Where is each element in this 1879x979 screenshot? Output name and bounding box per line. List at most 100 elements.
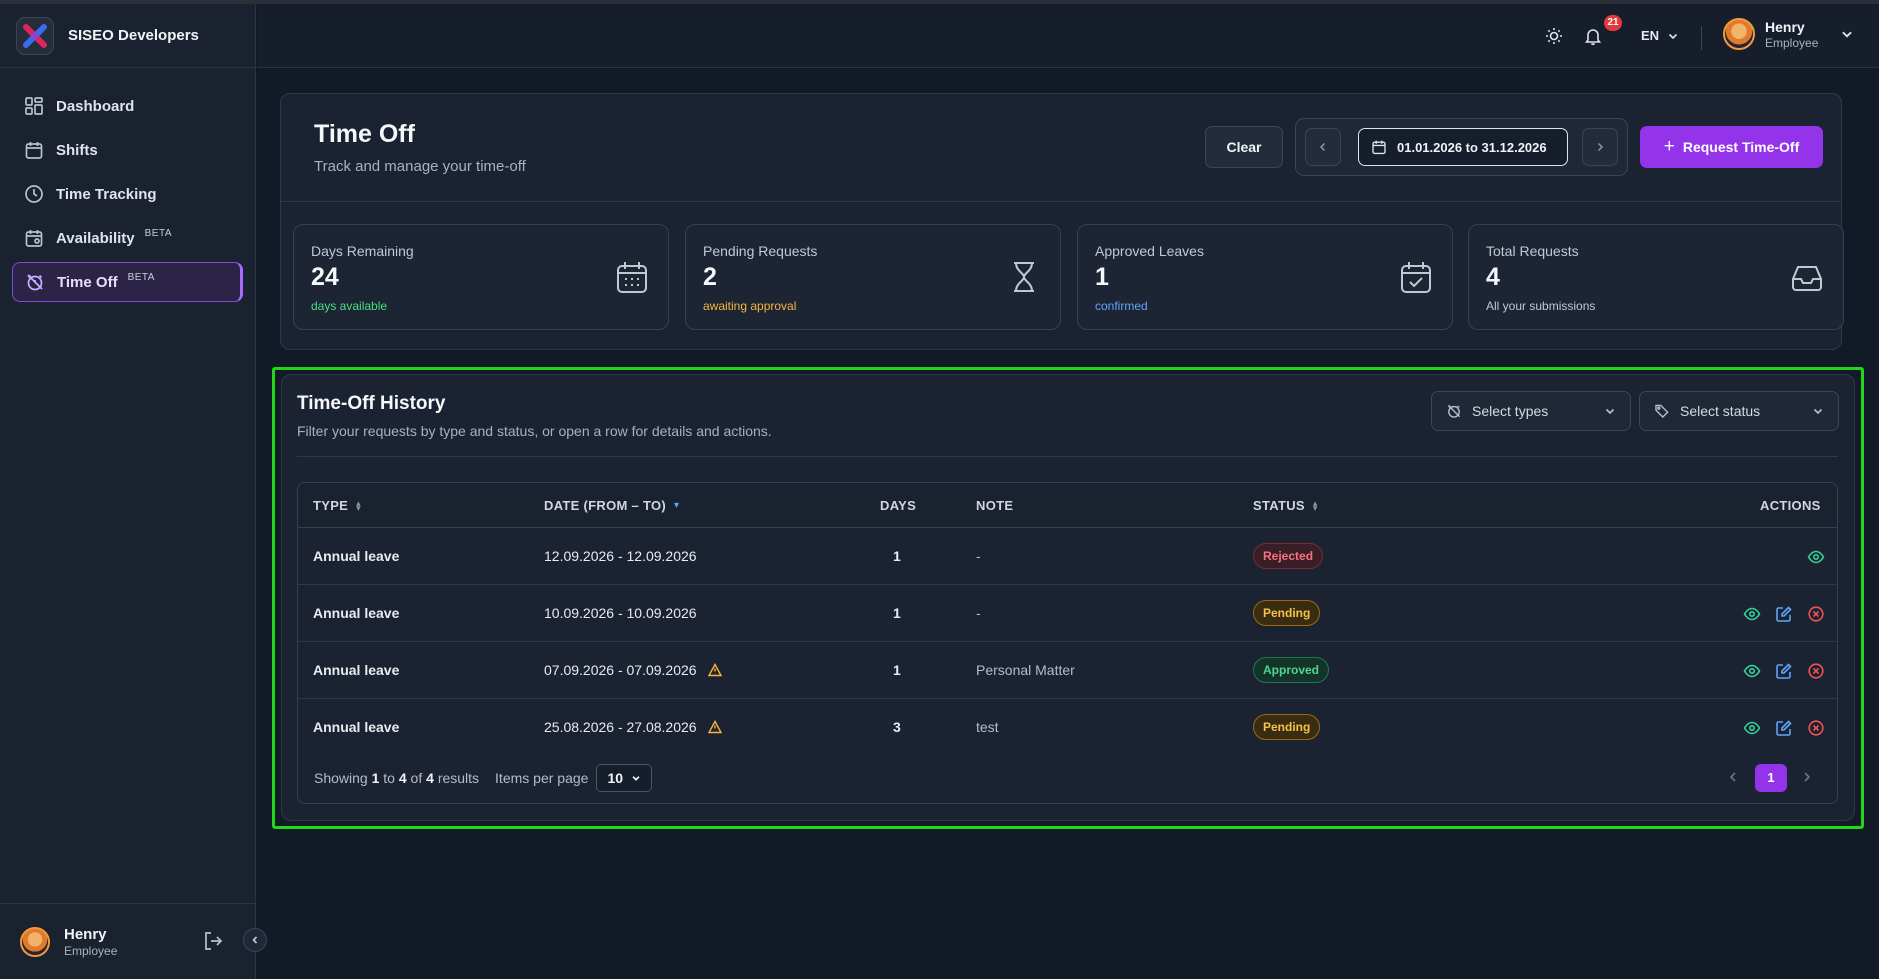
beta-badge: BETA	[127, 271, 155, 283]
time-off-history-card: Time-Off History Filter your requests by…	[281, 374, 1855, 821]
column-status-header[interactable]: STATUS ▴ ▾	[1253, 498, 1318, 513]
cell-date: 12.09.2026 - 12.09.2026	[544, 548, 697, 564]
edit-icon[interactable]	[1775, 662, 1793, 680]
bell-icon[interactable]	[1583, 26, 1603, 46]
request-time-off-button[interactable]: + Request Time-Off	[1640, 126, 1823, 168]
theme-toggle-icon[interactable]	[1544, 26, 1564, 46]
notification-count-badge: 21	[1604, 15, 1622, 31]
view-eye-icon[interactable]	[1807, 548, 1825, 566]
cell-type: Annual leave	[313, 605, 400, 621]
stat-label: Total Requests	[1486, 243, 1579, 259]
table-row[interactable]: Annual leave 07.09.2026 - 07.09.2026 1 P…	[298, 642, 1837, 699]
next-page-icon[interactable]	[1797, 767, 1817, 787]
cancel-circle-icon[interactable]	[1807, 662, 1825, 680]
cell-date-value: 07.09.2026 - 07.09.2026	[544, 662, 697, 678]
sidebar: SISEO Developers Dashboard Shifts Time T…	[0, 4, 256, 979]
divider	[297, 456, 1838, 457]
cell-note: test	[976, 719, 999, 735]
cell-note: Personal Matter	[976, 662, 1075, 678]
cell-date: 07.09.2026 - 07.09.2026	[544, 662, 723, 678]
column-actions-header: ACTIONS	[1760, 498, 1821, 513]
clear-button[interactable]: Clear	[1205, 126, 1283, 168]
avatar[interactable]	[20, 926, 50, 957]
stat-label: Approved Leaves	[1095, 243, 1204, 259]
brand[interactable]: SISEO Developers	[0, 4, 255, 68]
cancel-circle-icon[interactable]	[1807, 605, 1825, 623]
of-label: of	[410, 770, 423, 786]
column-type-header[interactable]: TYPE ▴ ▾	[313, 498, 361, 513]
stat-card-approved-leaves: Approved Leaves 1 confirmed	[1077, 224, 1453, 330]
sidebar-item-label: Time Tracking	[56, 185, 157, 203]
next-range-button[interactable]	[1582, 128, 1618, 166]
view-eye-icon[interactable]	[1743, 662, 1761, 680]
cell-date: 25.08.2026 - 27.08.2026	[544, 719, 723, 735]
stat-label: Days Remaining	[311, 243, 414, 259]
range-from: 1	[371, 770, 380, 786]
user-role: Employee	[1765, 35, 1819, 50]
calendar-grid-icon	[617, 262, 647, 293]
collapse-sidebar-button[interactable]	[243, 928, 267, 952]
cell-type: Annual leave	[313, 719, 400, 735]
status-badge: Pending	[1253, 600, 1321, 626]
tag-icon	[1655, 404, 1669, 418]
cancel-circle-icon[interactable]	[1807, 719, 1825, 737]
total-count: 4	[426, 770, 434, 786]
time-off-header-card: Time Off Track and manage your time-off …	[280, 93, 1844, 350]
cell-type: Annual leave	[313, 662, 400, 678]
cell-days: 1	[893, 605, 901, 621]
previous-range-button[interactable]	[1305, 128, 1341, 166]
column-note-header: NOTE	[976, 498, 1013, 513]
sidebar-item-time-tracking[interactable]: Time Tracking	[12, 174, 243, 214]
stat-label: Pending Requests	[703, 243, 818, 259]
stat-card-days-remaining: Days Remaining 24 days available	[293, 224, 669, 330]
sidebar-item-shifts[interactable]: Shifts	[12, 130, 243, 170]
pagination-summary: Showing 1 to 4 of 4 results	[314, 770, 479, 786]
topbar: 21 EN Henry Employee	[257, 4, 1879, 68]
stat-subtext: awaiting approval	[703, 299, 797, 313]
avatar	[1723, 18, 1755, 50]
sort-icon: ▴ ▾	[1312, 497, 1318, 513]
sidebar-item-time-off[interactable]: Time Off BETA	[12, 262, 243, 302]
stat-value: 24	[311, 263, 339, 291]
sidebar-user: Henry Employee	[0, 903, 256, 979]
history-title: Time-Off History	[297, 393, 446, 414]
stat-card-total-requests: Total Requests 4 All your submissions	[1468, 224, 1844, 330]
previous-page-icon[interactable]	[1723, 767, 1743, 787]
sidebar-item-dashboard[interactable]: Dashboard	[12, 86, 243, 126]
cell-date: 10.09.2026 - 10.09.2026	[544, 605, 697, 621]
sidebar-nav: Dashboard Shifts Time Tracking Availabil…	[0, 68, 255, 324]
user-menu[interactable]: Henry Employee	[1723, 18, 1854, 50]
sidebar-item-availability[interactable]: Availability BETA	[12, 218, 243, 258]
items-per-page-label: Items per page	[495, 770, 589, 786]
table-row[interactable]: Annual leave 10.09.2026 - 10.09.2026 1 -…	[298, 585, 1837, 642]
table-footer: Showing 1 to 4 of 4 results Items per pa…	[298, 753, 1837, 803]
column-label: DAYS	[880, 498, 917, 513]
type-filter-select[interactable]: Select types	[1431, 391, 1631, 431]
column-date-header[interactable]: DATE (FROM – TO) ▾	[544, 498, 679, 513]
view-eye-icon[interactable]	[1743, 719, 1761, 737]
language-selector[interactable]: EN	[1641, 28, 1679, 43]
stat-card-pending-requests: Pending Requests 2 awaiting approval	[685, 224, 1061, 330]
sidebar-item-label: Availability	[56, 229, 135, 247]
edit-icon[interactable]	[1775, 719, 1793, 737]
sidebar-item-label: Time Off	[57, 273, 118, 291]
chevron-down-icon	[1842, 31, 1853, 38]
date-range-field[interactable]: 01.01.2026 to 31.12.2026	[1358, 128, 1568, 166]
table-row[interactable]: Annual leave 25.08.2026 - 27.08.2026 3 t…	[298, 699, 1837, 756]
table-header: TYPE ▴ ▾ DATE (FROM – TO) ▾ DAYS NOTE STA…	[298, 483, 1837, 528]
brand-name: SISEO Developers	[68, 27, 199, 44]
status-filter-select[interactable]: Select status	[1639, 391, 1839, 431]
page-button-current[interactable]: 1	[1755, 764, 1787, 792]
table-row[interactable]: Annual leave 12.09.2026 - 12.09.2026 1 -…	[298, 528, 1837, 585]
items-per-page-select[interactable]: 10	[596, 764, 653, 792]
chevron-left-icon	[1319, 142, 1326, 152]
column-label: ACTIONS	[1760, 498, 1821, 513]
sort-desc-icon: ▾	[674, 500, 680, 511]
cell-days: 1	[893, 662, 901, 678]
view-eye-icon[interactable]	[1743, 605, 1761, 623]
logout-icon[interactable]	[202, 930, 224, 952]
status-badge: Pending	[1253, 714, 1321, 740]
date-range-picker: 01.01.2026 to 31.12.2026	[1295, 118, 1628, 176]
edit-icon[interactable]	[1775, 605, 1793, 623]
chevron-down-icon	[1813, 408, 1823, 415]
